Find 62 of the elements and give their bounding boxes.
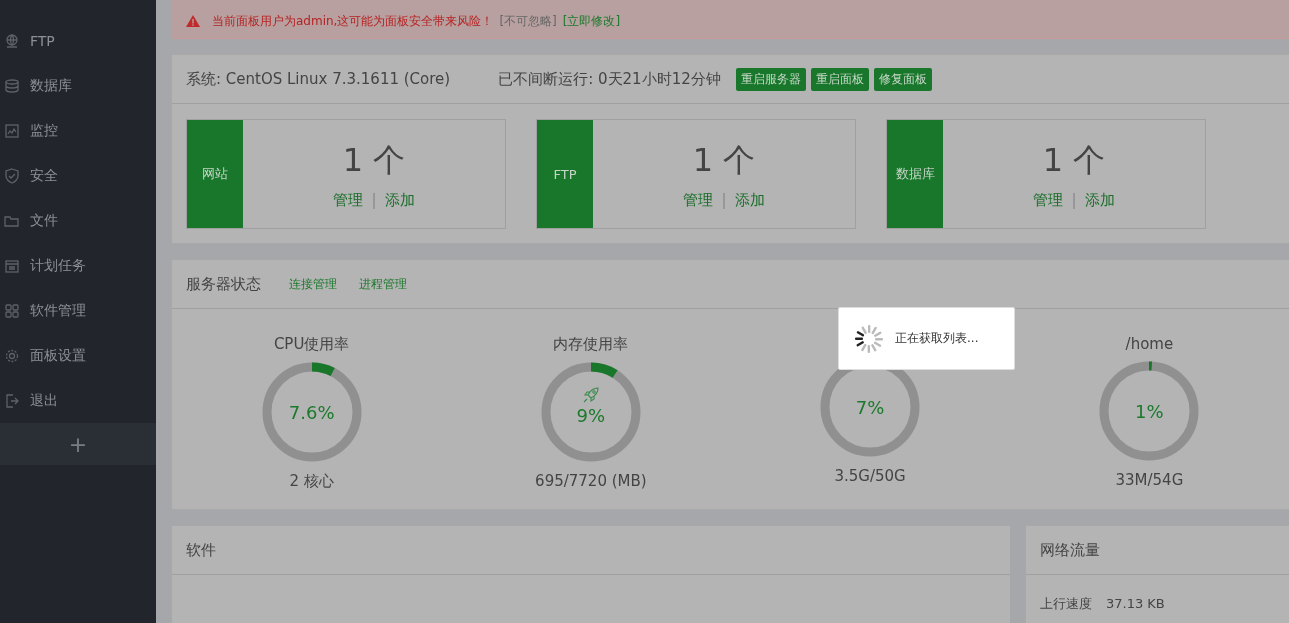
action-button[interactable]: 修复面板 xyxy=(873,67,932,91)
gauge-value: 9% xyxy=(576,404,606,426)
exit-icon xyxy=(4,392,20,409)
gear-icon xyxy=(4,347,20,364)
gauge-detail: 695/7720 (MB) xyxy=(535,472,647,490)
alert-text: 当前面板用户为admin,这可能为面板安全带来风险！ xyxy=(212,12,494,30)
loading-text: 正在获取列表... xyxy=(895,330,979,347)
database-icon xyxy=(4,77,20,94)
manage-link[interactable]: 管理 xyxy=(1033,190,1064,210)
stat-label: 数据库 xyxy=(887,120,943,228)
stat-count: 1 个 xyxy=(342,139,406,181)
sidebar-item[interactable]: 监控 xyxy=(0,108,156,153)
system-info: 系统: CentOS Linux 7.3.1611 (Core) xyxy=(186,69,451,89)
grid-icon xyxy=(4,302,20,319)
header-link[interactable]: 连接管理 xyxy=(289,275,337,293)
gauge-title: CPU使用率 xyxy=(273,335,350,354)
add-link[interactable]: 添加 xyxy=(734,190,765,210)
gauge-value: 1% xyxy=(1135,400,1164,422)
manage-link[interactable]: 管理 xyxy=(333,190,364,210)
gauge-detail: 2 核心 xyxy=(289,472,334,491)
add-button[interactable]: + xyxy=(64,431,92,457)
chart-icon xyxy=(4,122,20,139)
manage-link[interactable]: 管理 xyxy=(683,190,714,210)
gauge-title: 内存使用率 xyxy=(553,335,629,354)
add-link[interactable]: 添加 xyxy=(1084,190,1115,210)
uptime-text: 已不间断运行: 0天21小时12分钟 xyxy=(498,69,721,89)
gauge-title: /home xyxy=(1125,335,1174,353)
add-link[interactable]: 添加 xyxy=(384,190,415,210)
sidebar-item[interactable]: 数据库 xyxy=(0,63,156,108)
sidebar-item[interactable]: 面板设置 xyxy=(0,333,156,378)
stat-label: 网站 xyxy=(187,120,243,228)
stat-value: 37.13 KB xyxy=(1106,596,1165,611)
gauge-detail: 33M/54G xyxy=(1115,471,1184,489)
action-button[interactable]: 重启面板 xyxy=(810,67,869,91)
calendar-icon xyxy=(4,257,20,274)
header-link[interactable]: 进程管理 xyxy=(359,275,407,293)
sidebar-item[interactable]: 安全 xyxy=(0,153,156,198)
separator: | xyxy=(371,190,377,210)
stat-label: FTP xyxy=(537,120,593,228)
gauge-detail: 3.5G/50G xyxy=(834,467,906,485)
sidebar-item[interactable]: 计划任务 xyxy=(0,243,156,288)
gauge-value: 7% xyxy=(855,396,885,418)
stat-count: 1 个 xyxy=(692,139,756,181)
gauge-value: 7.6% xyxy=(288,401,335,423)
panel-title: 网络流量 xyxy=(1040,540,1100,560)
separator: | xyxy=(1071,190,1077,210)
action-button[interactable]: 重启服务器 xyxy=(735,67,806,91)
panel-title: 软件 xyxy=(186,540,216,560)
alert-note: [不可忽略] xyxy=(499,12,557,30)
fix-link[interactable]: [立即修改] xyxy=(562,12,621,30)
sidebar-item[interactable]: 文件 xyxy=(0,198,156,243)
separator: | xyxy=(721,190,727,210)
warning-icon xyxy=(186,15,200,27)
spinner-icon xyxy=(853,322,885,355)
stat-label: 上行速度 xyxy=(1040,596,1092,611)
stat-count: 1 个 xyxy=(1042,139,1106,181)
sidebar-item[interactable]: 软件管理 xyxy=(0,288,156,333)
panel-title: 服务器状态 xyxy=(186,274,261,294)
shield-icon xyxy=(4,167,20,184)
globe-icon xyxy=(4,32,20,49)
sidebar-item[interactable]: FTP xyxy=(0,18,156,63)
sidebar-item[interactable]: 退出 xyxy=(0,378,156,423)
